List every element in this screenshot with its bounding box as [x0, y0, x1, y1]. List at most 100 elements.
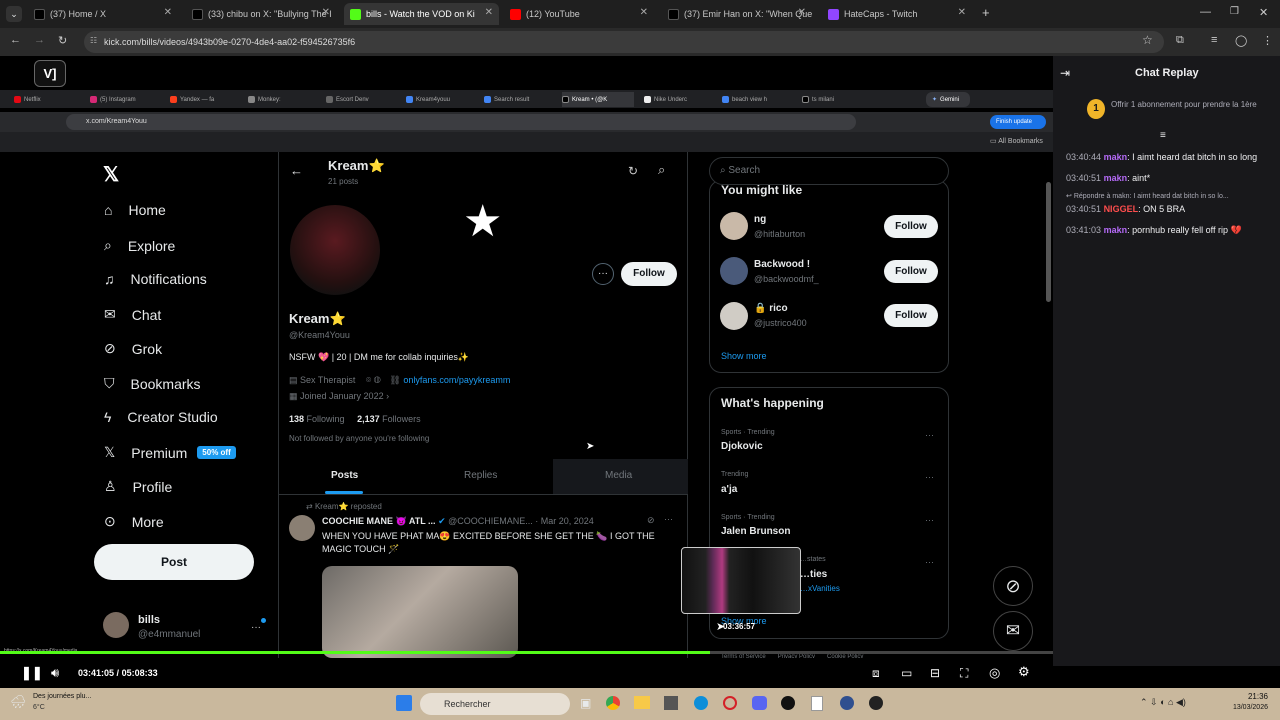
maximize-window-button[interactable]: ❐: [1230, 6, 1239, 17]
clock-date: 13/03/2026: [1232, 704, 1268, 711]
browser-tab-2[interactable]: (33) chibu on X: "Bullying The I ✕: [186, 3, 336, 25]
pause-button[interactable]: ❚❚: [21, 665, 43, 681]
notepad-icon[interactable]: [811, 696, 823, 711]
close-window-button[interactable]: ✕: [1259, 6, 1268, 19]
media-icon[interactable]: ≡: [1211, 34, 1217, 46]
close-tab-icon[interactable]: ✕: [640, 7, 648, 18]
settings-gear-icon[interactable]: ⚙: [1018, 664, 1030, 680]
inner-tab: Search result: [484, 92, 544, 107]
close-tab-icon[interactable]: ✕: [164, 7, 172, 18]
close-tab-icon[interactable]: ✕: [485, 7, 493, 18]
close-tab-icon[interactable]: ✕: [958, 7, 966, 18]
clip-button[interactable]: ⧈: [872, 666, 880, 681]
tab-label: (12) YouTube: [526, 9, 580, 19]
system-tray[interactable]: ⌃ ⇩ ◐ ⌂ ◀︎): [1140, 697, 1186, 708]
profile-icon[interactable]: ◯: [1235, 34, 1247, 47]
header-post-count: 21 posts: [328, 177, 359, 186]
browser-tab-5[interactable]: (37) Emir Han on X: "When Que ✕: [662, 3, 812, 25]
extensions-icon[interactable]: ⧉: [1176, 34, 1184, 47]
bookmark-star-icon[interactable]: ☆: [1142, 33, 1153, 47]
chat-username[interactable]: makn: [1104, 173, 1128, 183]
chat-username[interactable]: makn: [1104, 225, 1128, 235]
taskbar-search[interactable]: Rechercher: [420, 693, 570, 715]
seek-bar[interactable]: [0, 651, 1053, 654]
twitch-favicon-icon: [828, 8, 839, 20]
x-favicon-icon: [192, 8, 203, 20]
repost-label: Kream⭐ reposted: [314, 502, 382, 511]
not-followed-note: Not followed by anyone you're following: [289, 434, 430, 443]
forward-icon[interactable]: →: [34, 34, 45, 46]
minimize-window-button[interactable]: —: [1200, 6, 1211, 18]
browser-tab-6[interactable]: HateCaps - Twitch ✕: [822, 3, 972, 25]
trend-name: Djokovic: [721, 441, 763, 452]
discord-icon[interactable]: [752, 696, 767, 710]
new-tab-button[interactable]: +: [982, 5, 990, 20]
app-icon[interactable]: [840, 696, 854, 710]
browser-tab-3[interactable]: bills - Watch the VOD on Ki ✕: [344, 3, 499, 25]
browser-tab-1[interactable]: (37) Home / X ✕: [28, 3, 178, 25]
gemini-button: ✦ Gemini: [926, 92, 970, 107]
chat-text: pornhub really fell off rip 💔: [1132, 225, 1242, 235]
tweet-avatar: [289, 515, 315, 541]
obs-icon[interactable]: [869, 696, 883, 710]
premium-discount-badge: 50% off: [197, 446, 236, 459]
youtube-favicon-icon: [510, 8, 521, 20]
fullscreen-button[interactable]: ⛶: [960, 666, 968, 681]
taskbar-search-label: Rechercher: [444, 699, 491, 709]
site-info-icon[interactable]: ☷: [90, 36, 97, 45]
bookmark-icon: ⛉: [104, 375, 115, 391]
windows-start-icon[interactable]: [396, 695, 412, 711]
close-tab-icon[interactable]: ✕: [322, 7, 330, 18]
person-icon: ♙: [104, 478, 117, 494]
mail-icon: ✉: [104, 306, 116, 322]
pip-button[interactable]: ⊟: [930, 666, 940, 680]
nav-profile: ♙ Profile: [104, 478, 172, 495]
file-explorer-icon[interactable]: [634, 696, 650, 709]
nav-creator-studio: ϟ Creator Studio: [104, 409, 218, 425]
chat-username[interactable]: NIGGEL: [1104, 204, 1139, 214]
theater-mode-button[interactable]: ▭: [901, 666, 912, 680]
chat-message: 03:40:44 makn: I aimt heard dat bitch in…: [1066, 152, 1258, 162]
back-icon[interactable]: ←: [10, 34, 21, 46]
trend-more-icon: ···: [925, 472, 934, 482]
volume-button[interactable]: 🔊︎: [51, 665, 59, 681]
chrome-icon[interactable]: [606, 696, 620, 710]
chat-time: 03:40:51: [1066, 173, 1102, 183]
trend-name: Jalen Brunson: [721, 526, 791, 537]
url-text: kick.com/bills/videos/4943b09e-0270-4de4…: [104, 37, 356, 47]
inner-tab-label: (5) Instagram: [100, 96, 136, 103]
tweet-media: [322, 566, 518, 658]
suggestion-name: Backwood !: [754, 259, 811, 270]
whats-happening-title: What's happening: [721, 396, 824, 410]
edge-icon[interactable]: [694, 696, 708, 710]
inner-tab: (5) Instagram: [90, 92, 150, 107]
app-icon[interactable]: [781, 696, 795, 710]
trend-more-icon: ···: [925, 515, 934, 525]
store-icon[interactable]: [664, 696, 678, 710]
url-bar[interactable]: ☷ kick.com/bills/videos/4943b09e-0270-4d…: [84, 31, 1164, 53]
tab-replies: Replies: [464, 470, 498, 481]
chat-message: 03:41:03 makn: pornhub really fell off r…: [1066, 225, 1242, 235]
task-view-icon[interactable]: ▣: [580, 696, 591, 710]
collapse-chat-icon[interactable]: ⇥: [1060, 66, 1070, 80]
browser-tab-4[interactable]: (12) YouTube ✕: [504, 3, 654, 25]
inner-tab: Nike Underc: [644, 92, 706, 107]
trend-meta: Trending: [721, 471, 749, 478]
weather-icon[interactable]: 🌧︎: [10, 694, 27, 710]
close-tab-icon[interactable]: ✕: [798, 7, 806, 18]
filter-icon[interactable]: ≡: [1160, 130, 1166, 141]
profile-bio: NSFW 💖 | 20 | DM me for collab inquiries…: [289, 352, 470, 362]
account-menu-icon: ···: [251, 622, 261, 633]
nav-notifications: ♫ Notifications: [104, 271, 207, 287]
chat-username[interactable]: makn: [1104, 152, 1128, 162]
x-search-box: ⌕ Search: [709, 157, 949, 185]
gift-sub-badge-icon: 1: [1087, 99, 1105, 119]
show-more-link: Show more: [721, 351, 767, 361]
tab-search-button[interactable]: ⌄: [6, 6, 22, 22]
speed-button[interactable]: ◎: [989, 665, 1000, 681]
menu-icon[interactable]: ⋮: [1262, 34, 1273, 47]
tweet-handle: @COOCHIEMANE...: [448, 516, 533, 526]
reload-icon[interactable]: ↻: [58, 34, 67, 47]
opera-icon[interactable]: [723, 696, 737, 710]
chat-message: 03:40:51 makn: aint*: [1066, 173, 1151, 183]
